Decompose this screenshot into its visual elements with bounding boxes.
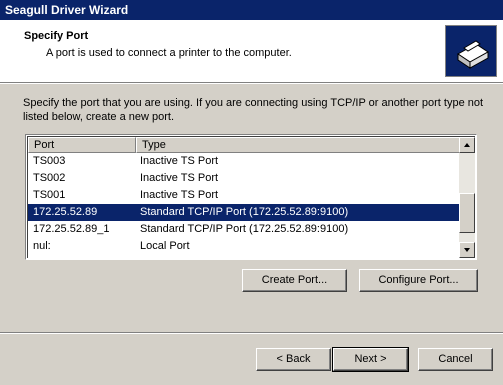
type-cell: Inactive TS Port (140, 155, 219, 167)
header-separator-highlight (0, 83, 503, 84)
back-button[interactable]: < Back (256, 348, 331, 371)
table-row[interactable]: TS003 Inactive TS Port (28, 153, 460, 170)
port-cell: 172.25.52.89_1 (33, 223, 110, 235)
table-row[interactable]: 172.25.52.89 Standard TCP/IP Port (172.25… (28, 204, 460, 221)
table-row[interactable]: 172.25.52.89_1 Standard TCP/IP Port (172.… (28, 221, 460, 238)
port-cell: TS001 (33, 189, 66, 201)
footer-separator-highlight (0, 333, 503, 334)
port-cell: XPSPort: (33, 257, 78, 258)
port-cell: TS002 (33, 172, 66, 184)
port-list[interactable]: Port Type TS003 Inactive TS Port TS002 Inac… (25, 134, 477, 260)
scroll-down-button[interactable] (459, 242, 475, 258)
type-cell: Local Port (140, 257, 190, 258)
table-row[interactable]: nul: Local Port (28, 238, 460, 255)
arrow-up-icon (464, 143, 470, 147)
wizard-header: Specify Port A port is used to connect a… (0, 20, 503, 82)
type-cell: Standard TCP/IP Port (172.25.52.89:9100) (140, 206, 349, 218)
scroll-up-button[interactable] (459, 137, 475, 153)
type-cell: Inactive TS Port (140, 189, 219, 201)
cancel-button[interactable]: Cancel (418, 348, 493, 371)
table-row[interactable]: TS002 Inactive TS Port (28, 170, 460, 187)
arrow-down-icon (464, 248, 470, 252)
column-header-port[interactable]: Port (28, 137, 136, 153)
vertical-scrollbar[interactable] (459, 137, 475, 258)
type-cell: Local Port (140, 240, 190, 252)
page-title: Specify Port (24, 30, 89, 42)
window-title: Seagull Driver Wizard (0, 0, 503, 20)
table-row[interactable]: XPSPort: Local Port (28, 255, 460, 258)
scroll-thumb[interactable] (459, 193, 475, 233)
column-header-type[interactable]: Type (136, 137, 462, 153)
configure-port-button[interactable]: Configure Port... (359, 269, 478, 292)
type-cell: Inactive TS Port (140, 172, 219, 184)
instructions-text: Specify the port that you are using. If … (23, 97, 484, 123)
printer-icon (445, 25, 497, 77)
type-cell: Standard TCP/IP Port (172.25.52.89:9100) (140, 223, 349, 235)
page-subtitle: A port is used to connect a printer to t… (46, 47, 292, 59)
port-cell: TS003 (33, 155, 66, 167)
port-cell: nul: (33, 240, 51, 252)
port-cell: 172.25.52.89 (33, 206, 98, 218)
table-row[interactable]: TS001 Inactive TS Port (28, 187, 460, 204)
create-port-button[interactable]: Create Port... (242, 269, 347, 292)
next-button[interactable]: Next > (332, 347, 409, 372)
